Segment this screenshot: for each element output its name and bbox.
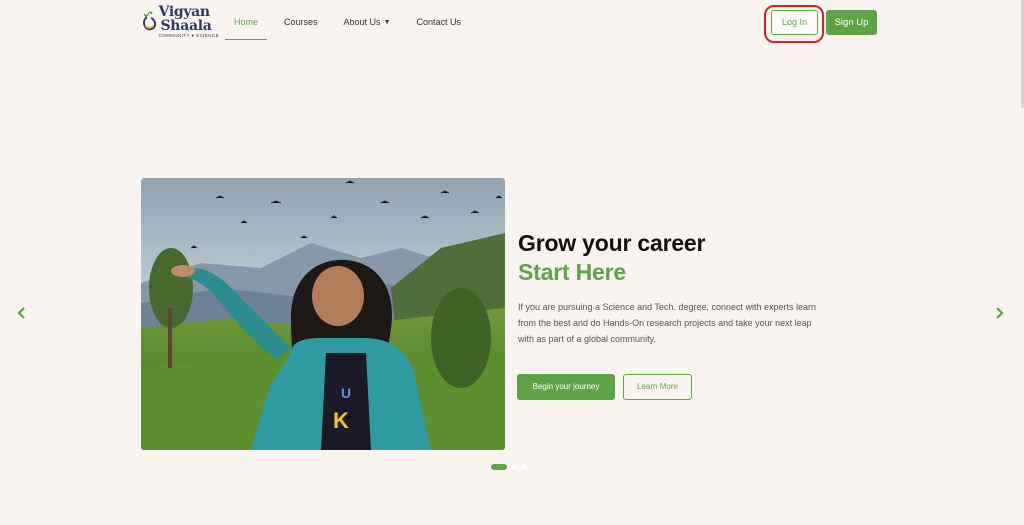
site-header: Vigyan Shaala COMMUNITY ● SCIENCE Home C…	[0, 0, 1024, 46]
nav-home[interactable]: Home	[225, 0, 268, 40]
carousel-dot-2[interactable]	[511, 464, 517, 470]
logo-tagline: COMMUNITY ● SCIENCE	[158, 33, 219, 38]
hero-headline: Grow your career Start Here	[518, 229, 705, 287]
carousel-indicators	[491, 464, 531, 470]
chevron-left-icon	[17, 307, 25, 319]
chevron-down-icon: ▼	[383, 19, 391, 26]
nav-courses[interactable]: Courses	[275, 0, 327, 40]
logo-flask-icon	[143, 11, 157, 31]
main-nav: Home Courses About Us ▼ Contact Us	[225, 0, 478, 40]
carousel-dot-3[interactable]	[521, 464, 527, 470]
vigyan-shaala-logo[interactable]: Vigyan Shaala COMMUNITY ● SCIENCE	[141, 3, 219, 43]
begin-journey-button[interactable]: Begin your journey	[517, 374, 615, 400]
signup-button[interactable]: Sign Up	[826, 10, 877, 35]
svg-text:U: U	[341, 385, 351, 401]
carousel-next-button[interactable]	[992, 305, 1006, 321]
learn-more-button[interactable]: Learn More	[623, 374, 692, 400]
logo-word-shaala: Shaala	[160, 18, 212, 34]
logo-word-vigyan: Vigyan	[158, 4, 211, 20]
carousel-prev-button[interactable]	[15, 305, 29, 321]
hero-headline-line2: Start Here	[518, 259, 626, 285]
carousel-dot-1[interactable]	[491, 464, 507, 470]
hero-photo: K U	[141, 178, 505, 450]
nav-about-us-label: About Us	[343, 17, 381, 27]
nav-about-us[interactable]: About Us ▼	[335, 0, 400, 40]
svg-text:K: K	[333, 408, 349, 433]
hero-description: If you are pursuing a Science and Tech. …	[518, 302, 817, 344]
chevron-right-icon	[996, 307, 1004, 319]
login-button[interactable]: Log In	[771, 10, 818, 35]
hero-headline-line1: Grow your career	[518, 230, 706, 256]
nav-contact-us[interactable]: Contact Us	[408, 0, 471, 40]
